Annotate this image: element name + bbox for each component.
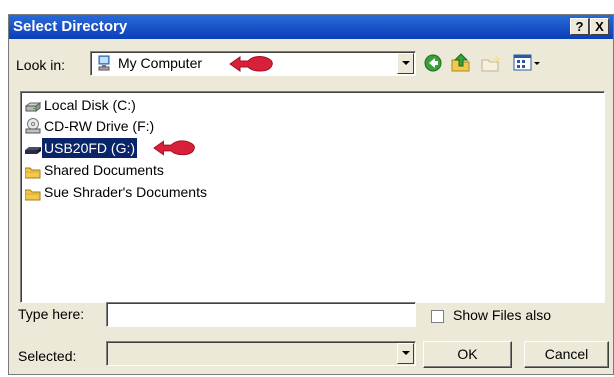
title-bar: Select Directory ? X xyxy=(9,15,613,39)
directory-list[interactable]: Local Disk (C:) CD-RW Drive (F:) USB20FD… xyxy=(20,91,605,303)
look-in-label: Look in: xyxy=(16,57,66,73)
item-label: Local Disk (C:) xyxy=(44,97,136,113)
list-item[interactable]: Local Disk (C:) xyxy=(24,95,138,115)
show-files-checkbox[interactable] xyxy=(431,310,444,323)
selected-label: Selected: xyxy=(18,348,77,364)
item-label: CD-RW Drive (F:) xyxy=(44,118,155,134)
cancel-button[interactable]: Cancel xyxy=(524,341,609,368)
annotation-arrow-icon xyxy=(229,56,273,72)
item-label: USB20FD (G:) xyxy=(42,138,138,158)
up-folder-icon[interactable] xyxy=(450,52,472,73)
ok-button[interactable]: OK xyxy=(423,341,512,368)
select-directory-dialog: Select Directory ? X Look in: My Compute… xyxy=(8,14,614,375)
look-in-dropdown-arrow[interactable] xyxy=(397,53,414,74)
view-menu-icon[interactable] xyxy=(513,53,541,73)
window-title: Select Directory xyxy=(13,18,128,35)
folder-icon xyxy=(24,186,41,200)
hard-disk-icon xyxy=(24,99,42,112)
item-label: Sue Shrader's Documents xyxy=(44,184,207,200)
type-here-label: Type here: xyxy=(18,306,85,322)
show-files-label: Show Files also xyxy=(453,307,552,323)
folder-icon xyxy=(24,164,41,178)
look-in-value: My Computer xyxy=(118,55,203,71)
list-item[interactable]: USB20FD (G:) xyxy=(25,138,138,158)
list-item[interactable]: Sue Shrader's Documents xyxy=(24,182,209,202)
removable-drive-icon xyxy=(25,142,41,155)
computer-icon xyxy=(96,55,112,71)
item-label: Shared Documents xyxy=(44,162,164,178)
new-folder-icon[interactable] xyxy=(480,53,502,73)
back-icon[interactable] xyxy=(423,53,443,73)
annotation-arrow-icon xyxy=(153,140,195,156)
selected-dropdown-arrow[interactable] xyxy=(397,343,414,364)
list-item[interactable]: CD-RW Drive (F:) xyxy=(25,116,156,136)
close-button[interactable]: X xyxy=(590,18,609,35)
cd-drive-icon xyxy=(25,118,41,134)
selected-dropdown[interactable] xyxy=(106,341,416,366)
help-button[interactable]: ? xyxy=(570,18,589,35)
type-here-input[interactable] xyxy=(106,302,416,327)
list-item[interactable]: Shared Documents xyxy=(24,160,166,180)
